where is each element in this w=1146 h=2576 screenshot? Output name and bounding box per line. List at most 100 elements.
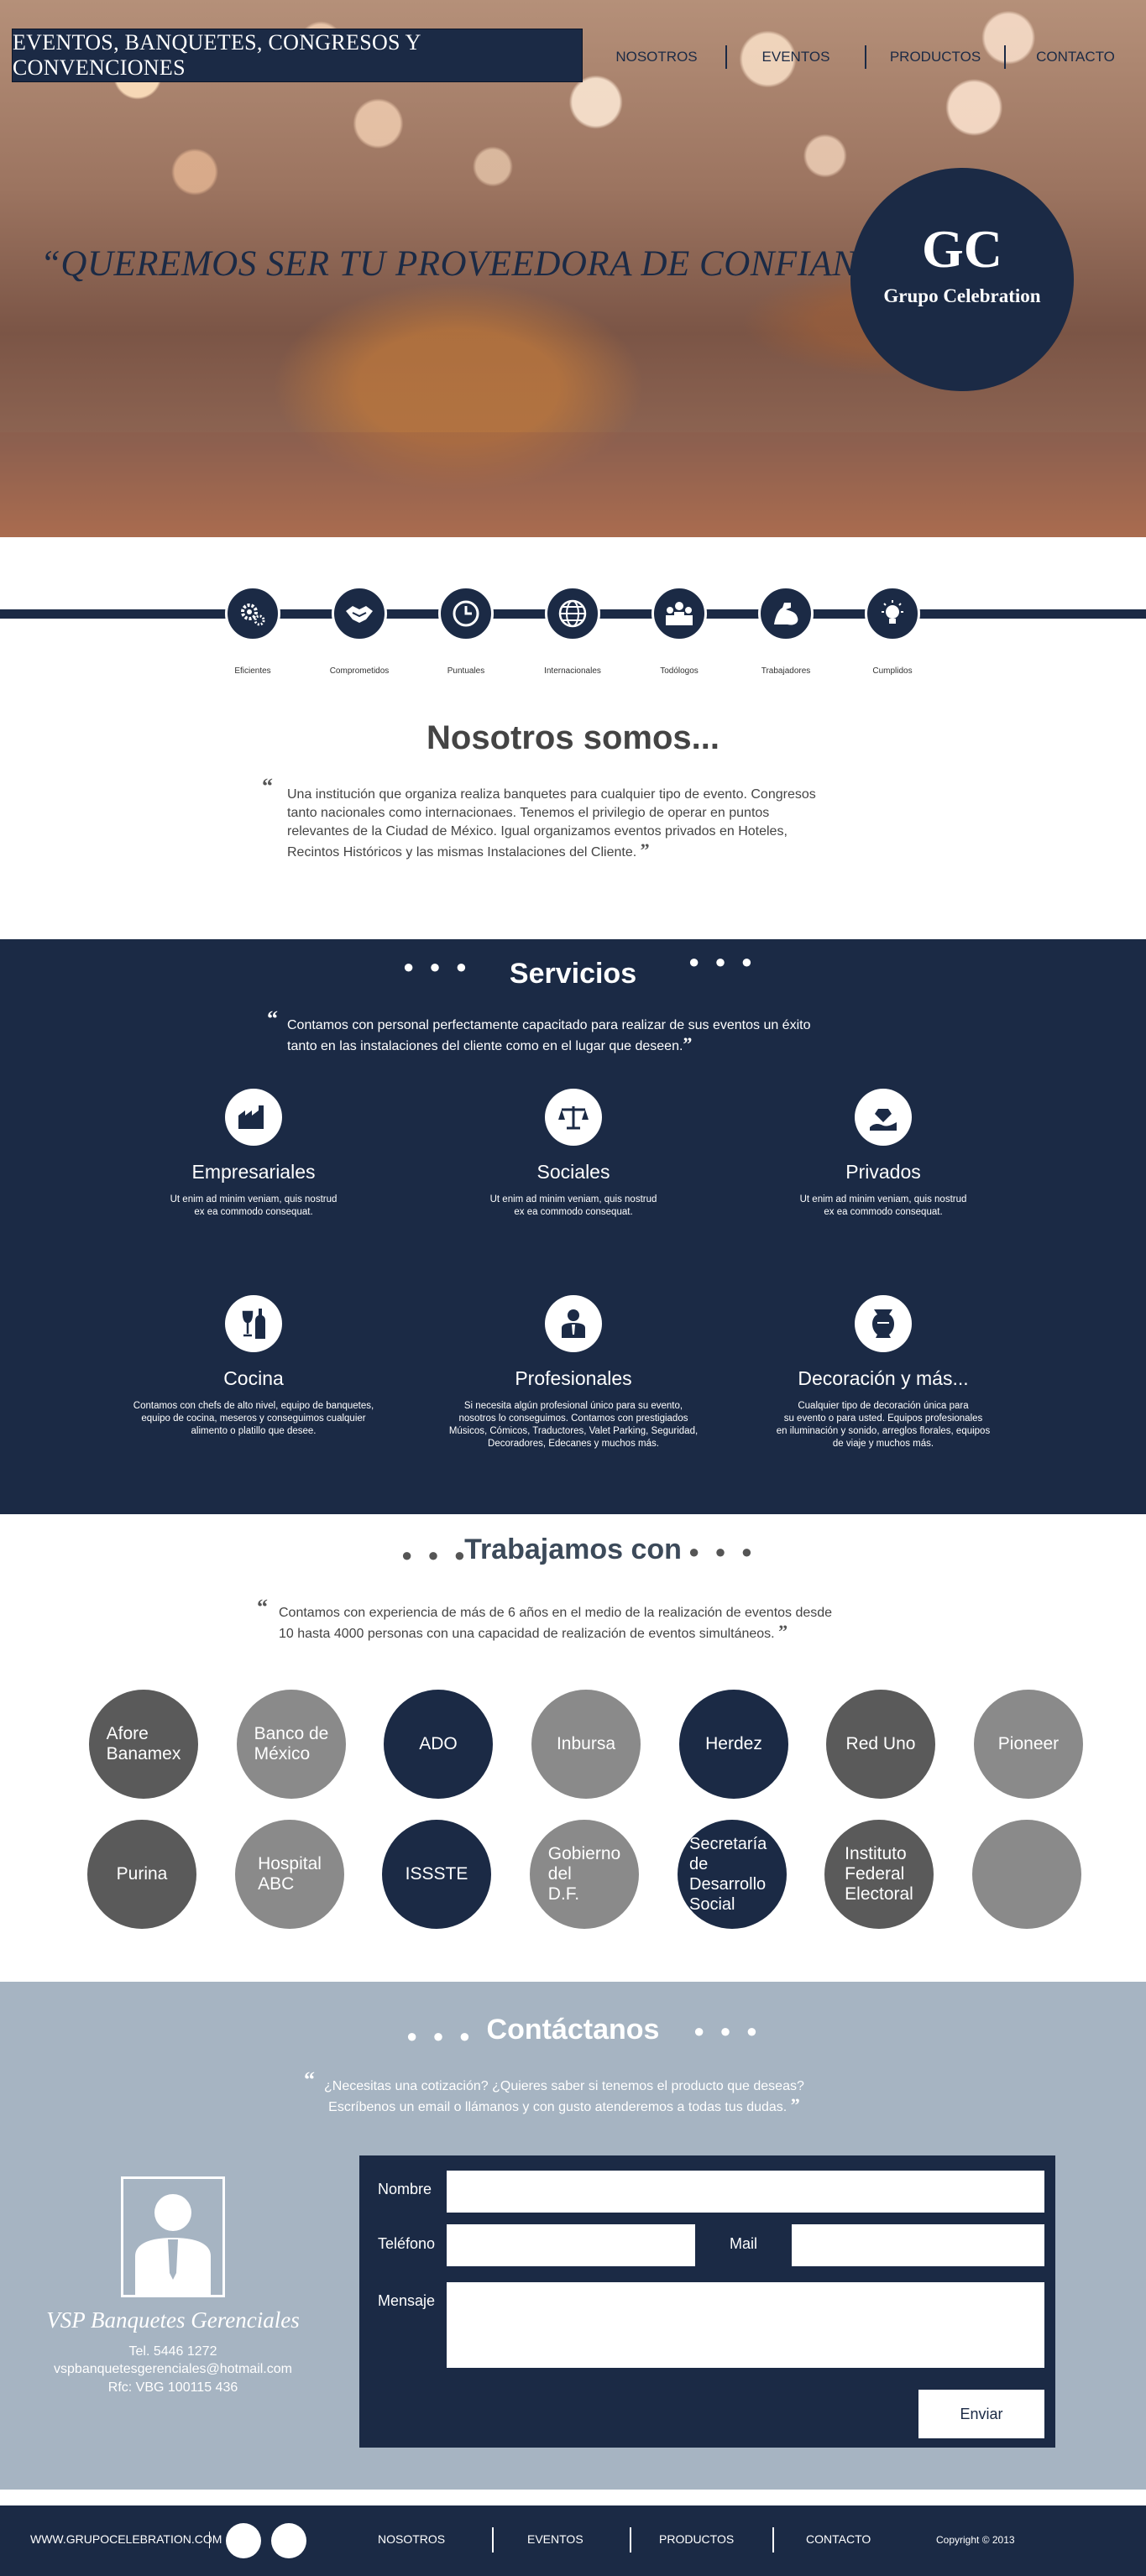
partner-logo[interactable]: Afore Banamex xyxy=(89,1690,198,1799)
nav-contacto[interactable]: CONTACTO xyxy=(1006,45,1145,69)
service-profesionales[interactable]: Profesionales Si necesita algún profesio… xyxy=(435,1295,712,1450)
site-title[interactable]: EVENTOS, BANQUETES, CONGRESOS Y CONVENCI… xyxy=(12,29,583,82)
mail-label: Mail xyxy=(730,2235,758,2252)
nosotros-title: Nosotros somos... xyxy=(426,719,720,756)
name-field[interactable] xyxy=(447,2171,1044,2213)
partner-logo[interactable]: Instituto Federal Electoral xyxy=(824,1820,934,1929)
partner-logo[interactable]: ISSSTE xyxy=(382,1820,491,1929)
wine-bottle-icon xyxy=(225,1295,282,1352)
contact-title: Contáctanos xyxy=(486,2014,660,2046)
partner-logo[interactable]: Red Uno xyxy=(826,1690,935,1799)
divider xyxy=(772,2527,774,2552)
value-internacionales: Internacionales xyxy=(531,586,615,676)
quote-close-icon: ” xyxy=(683,1033,693,1054)
contact-form: Nombre Teléfono Mail Mensaje Enviar xyxy=(359,2155,1055,2448)
service-text: Contamos con chefs de alto nivel, equipo… xyxy=(133,1401,374,1436)
footer-nav-nosotros[interactable]: NOSOTROS xyxy=(378,2532,445,2546)
company-name: VSP Banquetes Gerenciales xyxy=(46,2307,300,2333)
quote-open-icon: “ xyxy=(304,2067,315,2092)
service-decoracion[interactable]: Decoración y más... Cualquier tipo de de… xyxy=(745,1295,1022,1450)
phone-label: Teléfono xyxy=(378,2235,436,2252)
globe-icon xyxy=(545,586,600,641)
phone-field[interactable] xyxy=(447,2224,695,2266)
muscle-arm-icon xyxy=(758,586,814,641)
nav-nosotros[interactable]: NOSOTROS xyxy=(588,45,727,69)
clock-icon xyxy=(438,586,494,641)
value-label: Comprometidos xyxy=(329,666,390,676)
vase-icon xyxy=(855,1295,912,1352)
partner-logo[interactable]: ADO xyxy=(384,1690,493,1799)
partners-text: Contamos con experiencia de más de 6 año… xyxy=(279,1606,833,1642)
hero-band xyxy=(0,432,1146,537)
service-empresariales[interactable]: Empresariales Ut enim ad minim veniam, q… xyxy=(115,1089,392,1219)
hero-banner: EVENTOS, BANQUETES, CONGRESOS Y CONVENCI… xyxy=(0,0,1146,537)
partner-logo[interactable]: Inbursa xyxy=(531,1690,641,1799)
dots-decoration: ● ● ● xyxy=(688,951,758,972)
logo[interactable]: GC Grupo Celebration xyxy=(850,168,1074,391)
service-title: Cocina xyxy=(223,1367,284,1389)
social-icon[interactable] xyxy=(271,2523,306,2558)
service-title: Empresariales xyxy=(191,1161,316,1183)
value-comprometidos: Comprometidos xyxy=(317,586,401,676)
nav-productos[interactable]: PRODUCTOS xyxy=(866,45,1006,69)
service-cocina[interactable]: Cocina Contamos con chefs de alto nivel,… xyxy=(115,1295,392,1438)
company-rfc: Rfc: VBG 100115 436 xyxy=(107,2380,238,2395)
quote-close-icon: ” xyxy=(790,2094,800,2115)
value-label: Trabajadores xyxy=(761,666,811,676)
quote-open-icon: “ xyxy=(257,1595,268,1619)
service-sociales[interactable]: Sociales Ut enim ad minim veniam, quis n… xyxy=(435,1089,712,1219)
value-label: Eficientes xyxy=(234,666,271,676)
professional-icon xyxy=(545,1295,602,1352)
value-puntuales: Puntuales xyxy=(424,586,508,676)
company-email[interactable]: vspbanquetesgerenciales@hotmail.com xyxy=(0,2362,346,2377)
company-phone: Tel. 5446 1272 xyxy=(128,2344,217,2359)
footer-nav-eventos[interactable]: EVENTOS xyxy=(527,2532,583,2546)
footer-site-link[interactable]: WWW.GRUPOCELEBRATION.COM xyxy=(30,2532,222,2546)
value-todologos: Todólogos xyxy=(637,586,721,676)
value-label: Puntuales xyxy=(447,666,485,676)
divider xyxy=(209,2532,210,2548)
name-label: Nombre xyxy=(378,2181,432,2197)
partner-logo[interactable]: Gobierno del D.F. xyxy=(530,1820,639,1929)
divider xyxy=(492,2527,494,2552)
message-field[interactable] xyxy=(447,2282,1044,2368)
contact-section: ● ● ● Contáctanos ● ● ● “ ¿Necesitas una… xyxy=(0,1982,1146,2490)
service-title: Privados xyxy=(845,1161,921,1183)
dots-decoration: ● ● ● xyxy=(693,2020,763,2041)
quote-close-icon: ” xyxy=(778,1621,788,1642)
nav-eventos[interactable]: EVENTOS xyxy=(727,45,866,69)
value-label: Cumplidos xyxy=(872,666,913,676)
quote-open-icon: “ xyxy=(262,774,273,798)
partner-logo[interactable]: Purina xyxy=(87,1820,196,1929)
partner-logo[interactable]: Banco de México xyxy=(237,1690,346,1799)
service-title: Profesionales xyxy=(515,1367,632,1389)
value-label: Internacionales xyxy=(544,666,601,676)
logo-letters: GC xyxy=(922,219,1002,279)
message-label: Mensaje xyxy=(378,2292,436,2309)
service-privados[interactable]: Privados Ut enim ad minim veniam, quis n… xyxy=(745,1089,1022,1219)
footer: WWW.GRUPOCELEBRATION.COM NOSOTROS EVENTO… xyxy=(0,2505,1146,2576)
partner-logo[interactable] xyxy=(972,1820,1081,1929)
value-trabajadores: Trabajadores xyxy=(744,586,828,676)
mail-field[interactable] xyxy=(792,2224,1044,2266)
value-cumplidos: Cumplidos xyxy=(850,586,934,676)
divider xyxy=(630,2527,631,2552)
footer-nav-productos[interactable]: PRODUCTOS xyxy=(659,2532,734,2546)
partner-logo[interactable]: Herdez xyxy=(679,1690,788,1799)
social-icon[interactable] xyxy=(226,2523,261,2558)
partner-logo[interactable]: Pioneer xyxy=(974,1690,1083,1799)
copyright: Copyright © 2013 xyxy=(936,2534,1015,2546)
logo-name: Grupo Celebration xyxy=(883,285,1041,306)
servicios-title: Servicios xyxy=(509,958,637,990)
partner-logo[interactable]: Secretaría de Desarrollo Social xyxy=(678,1820,787,1929)
hero-slogan: “QUEREMOS SER TU PROVEEDORA DE CONFIANZA… xyxy=(40,244,930,284)
service-title: Sociales xyxy=(536,1161,610,1183)
footer-nav-contacto[interactable]: CONTACTO xyxy=(806,2532,871,2546)
nosotros-text: Una institución que organiza realiza ban… xyxy=(287,787,816,860)
factory-icon xyxy=(225,1089,282,1146)
partner-logo[interactable]: Hospital ABC xyxy=(235,1820,344,1929)
send-button[interactable]: Enviar xyxy=(918,2390,1044,2438)
service-text: Ut enim ad minim veniam, quis nostrud ex … xyxy=(489,1194,657,1217)
value-label: Todólogos xyxy=(660,666,699,676)
top-nav: NOSOTROS EVENTOS PRODUCTOS CONTACTO xyxy=(588,44,1146,71)
